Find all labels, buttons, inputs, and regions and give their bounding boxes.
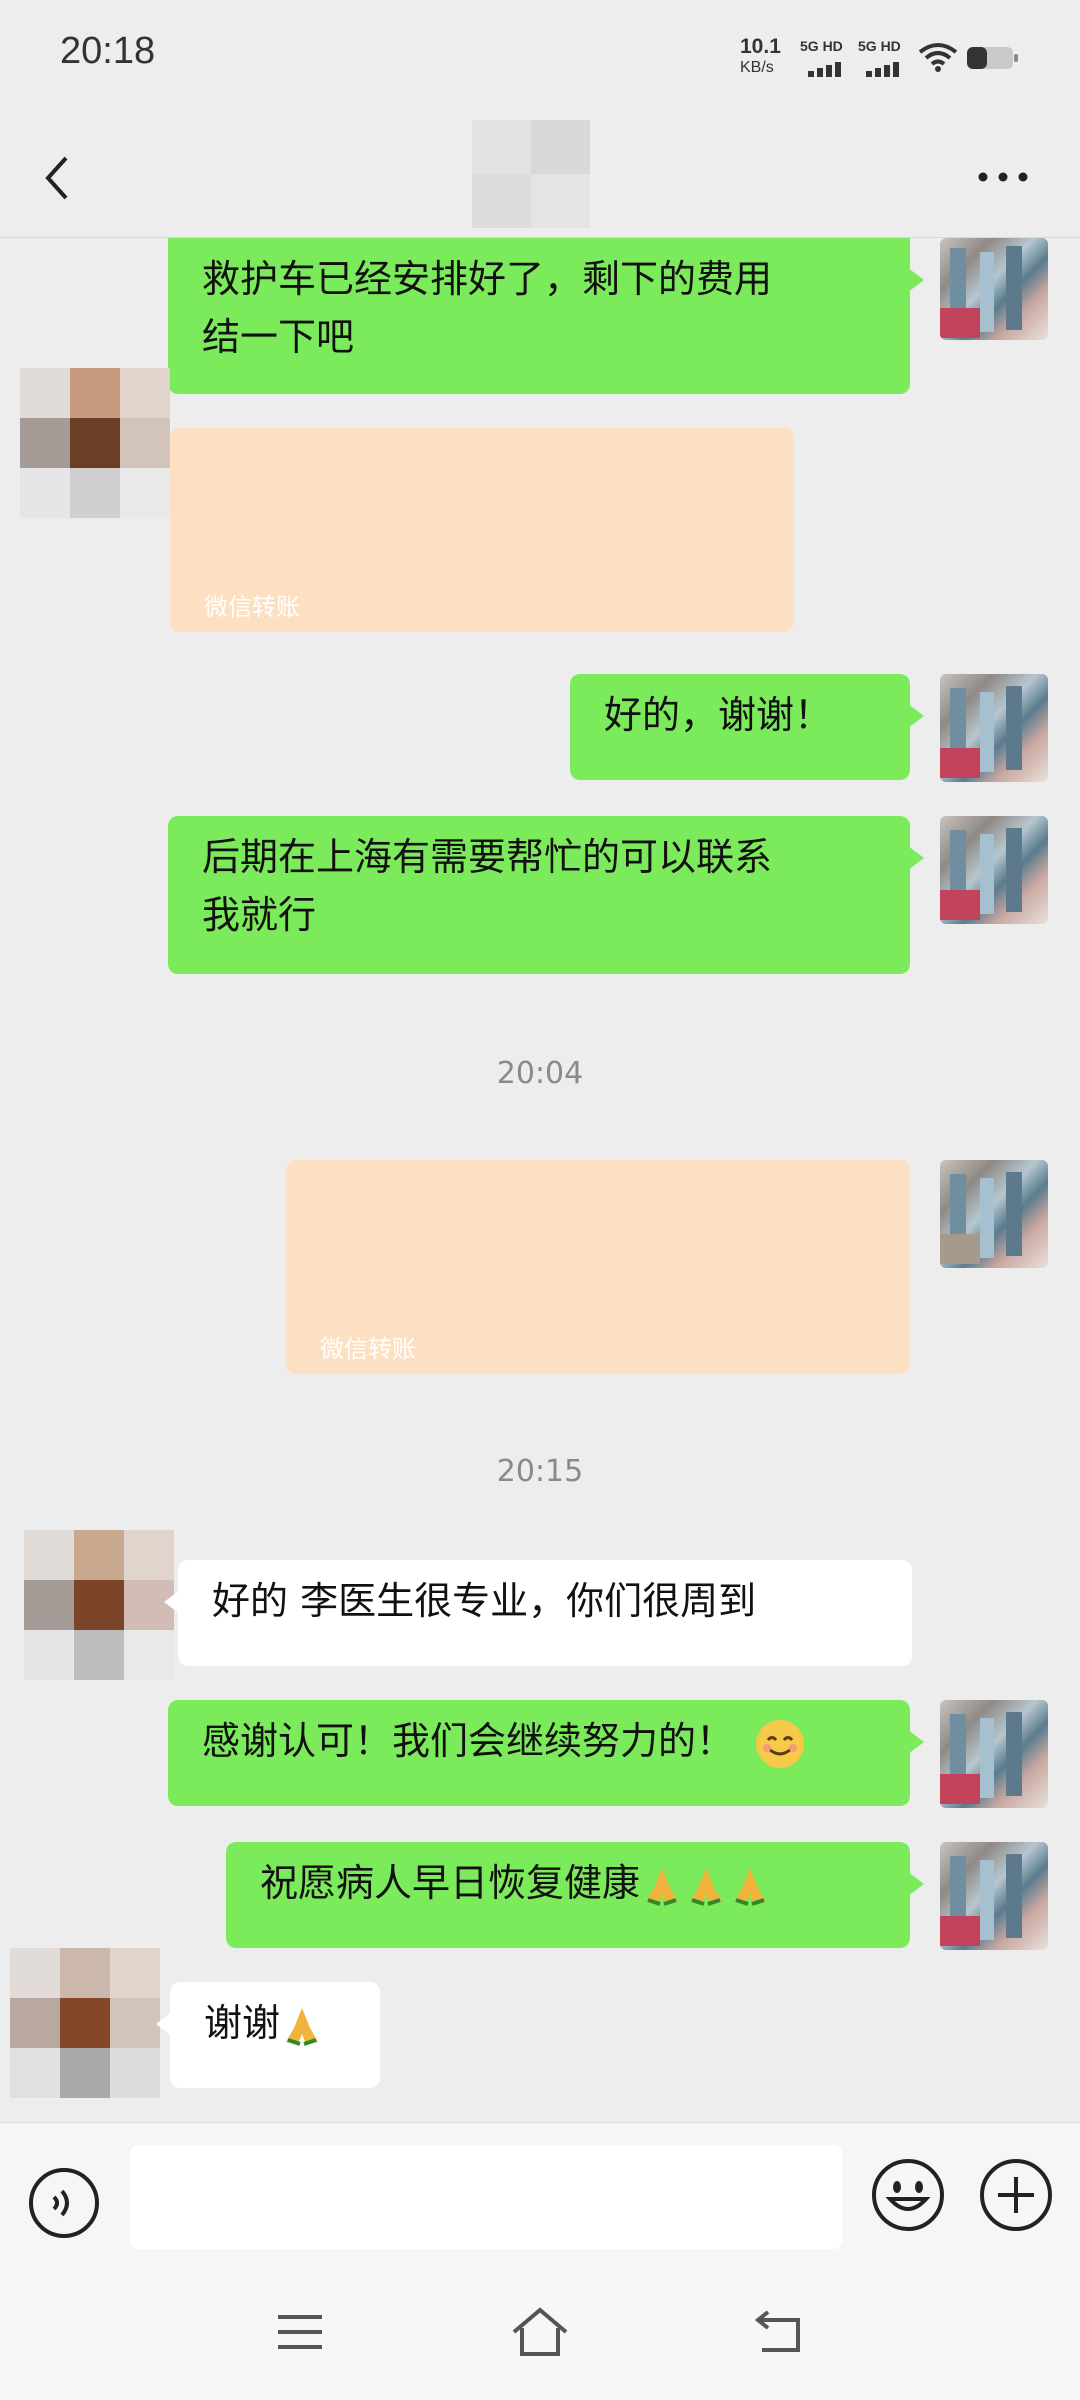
transfer-label: 微信转账 bbox=[204, 593, 300, 621]
network-speed: 10.1 KB/s bbox=[740, 36, 800, 78]
message-bubble-sent[interactable]: 救护车已经安排好了，剩下的费用 结一下吧 bbox=[168, 238, 924, 394]
network-speed-unit: KB/s bbox=[740, 59, 774, 76]
contact-avatar-blurred[interactable] bbox=[10, 1948, 160, 2098]
message-text: 谢谢 bbox=[204, 2001, 281, 2045]
home-icon[interactable] bbox=[510, 2306, 570, 2358]
timestamp: 20:15 bbox=[496, 1454, 584, 1489]
my-avatar[interactable] bbox=[940, 1700, 1048, 1808]
contact-avatar-blurred[interactable] bbox=[20, 368, 170, 518]
message-text: 感谢认可！我们会继续努力的！ bbox=[202, 1719, 735, 1763]
transfer-card-received[interactable]: 微信转账 bbox=[170, 428, 794, 632]
transfer-card-sent[interactable]: 微信转账 bbox=[286, 1160, 910, 1374]
message-bubble-received[interactable]: 谢谢 bbox=[156, 1982, 380, 2088]
chat-title-blurred bbox=[472, 120, 590, 228]
plus-circle-icon[interactable] bbox=[978, 2157, 1054, 2233]
smiling-face-icon bbox=[756, 1719, 805, 1768]
sim2-signal-icon: 5G HD bbox=[858, 38, 914, 77]
emoji-icon[interactable] bbox=[870, 2157, 946, 2233]
my-avatar[interactable] bbox=[940, 1842, 1048, 1950]
chevron-left-icon[interactable] bbox=[40, 152, 76, 204]
chat-header bbox=[0, 112, 1080, 238]
message-text: 好的，谢谢！ bbox=[604, 693, 833, 737]
message-list[interactable]: 救护车已经安排好了，剩下的费用 结一下吧 微信转账 好的，谢谢！ 后期在上海有需… bbox=[0, 238, 1080, 2122]
folded-hands-icon bbox=[286, 2007, 319, 2046]
status-bar: 20:18 10.1 KB/s 5G HD 5G HD bbox=[0, 0, 1080, 112]
sim1-label: 5G HD bbox=[800, 38, 843, 54]
folded-hands-icon bbox=[690, 1867, 723, 1906]
sim1-signal-icon: 5G HD bbox=[800, 38, 856, 77]
message-bubble-sent[interactable]: 后期在上海有需要帮忙的可以联系 我就行 bbox=[168, 816, 924, 974]
message-text: 祝愿病人早日恢复健康 bbox=[260, 1861, 641, 1905]
message-bubble-sent[interactable]: 感谢认可！我们会继续努力的！ bbox=[168, 1700, 924, 1806]
message-text: 结一下吧 bbox=[202, 315, 355, 359]
more-horizontal-icon[interactable] bbox=[976, 170, 1030, 184]
menu-icon[interactable] bbox=[276, 2312, 324, 2352]
my-avatar[interactable] bbox=[940, 238, 1048, 340]
folded-hands-icon bbox=[646, 1867, 679, 1906]
network-speed-value: 10.1 bbox=[740, 35, 781, 58]
back-icon[interactable] bbox=[752, 2306, 804, 2354]
sim2-label: 5G HD bbox=[858, 38, 901, 54]
message-text: 救护车已经安排好了，剩下的费用 bbox=[202, 257, 773, 301]
my-avatar[interactable] bbox=[940, 816, 1048, 924]
my-avatar[interactable] bbox=[940, 1160, 1048, 1268]
message-bubble-sent[interactable]: 祝愿病人早日恢复健康 bbox=[226, 1842, 924, 1948]
message-input[interactable] bbox=[130, 2145, 842, 2249]
transfer-label: 微信转账 bbox=[320, 1335, 416, 1363]
voice-icon[interactable] bbox=[28, 2167, 100, 2239]
folded-hands-icon bbox=[734, 1867, 767, 1906]
message-bubble-sent[interactable]: 好的，谢谢！ bbox=[570, 674, 924, 780]
status-time: 20:18 bbox=[60, 30, 156, 72]
timestamp: 20:04 bbox=[496, 1056, 584, 1091]
battery-icon bbox=[967, 47, 1018, 69]
contact-avatar-blurred[interactable] bbox=[24, 1530, 174, 1680]
system-navigation-bar bbox=[0, 2262, 1080, 2400]
input-bar bbox=[0, 2122, 1080, 2263]
my-avatar[interactable] bbox=[940, 674, 1048, 782]
message-bubble-received[interactable]: 好的 李医生很专业，你们很周到 bbox=[164, 1560, 912, 1666]
message-text: 好的 李医生很专业，你们很周到 bbox=[212, 1579, 757, 1623]
wifi-icon bbox=[918, 43, 958, 72]
message-text: 我就行 bbox=[202, 893, 317, 937]
message-text: 后期在上海有需要帮忙的可以联系 bbox=[202, 835, 773, 879]
